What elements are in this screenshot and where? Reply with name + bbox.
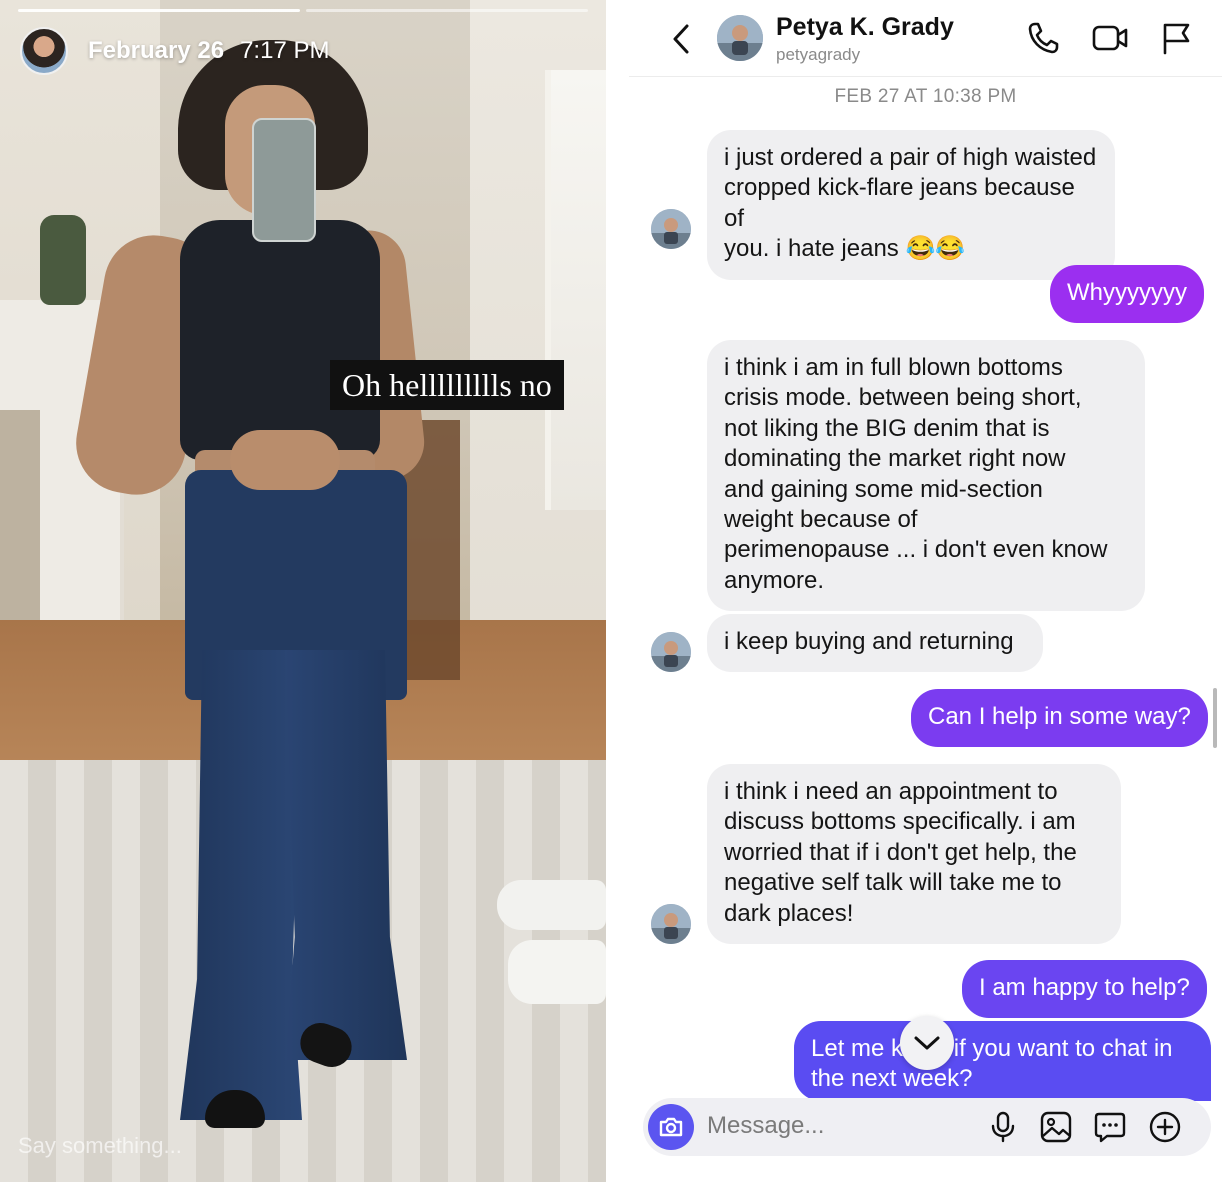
video-camera-icon[interactable] bbox=[1091, 20, 1129, 56]
message-line: not liking the BIG denim that is bbox=[724, 414, 1050, 442]
plus-circle-icon[interactable] bbox=[1148, 1110, 1182, 1144]
contact-name[interactable]: Petya K. Grady bbox=[776, 13, 954, 42]
message-line: and gaining some mid-section bbox=[724, 475, 1043, 503]
message-line: dominating the market right now bbox=[724, 445, 1066, 473]
story-background-sneaker-2 bbox=[508, 940, 606, 1004]
message-line: cropped kick-flare jeans because of bbox=[724, 174, 1075, 232]
message-incoming[interactable]: i keep buying and returning bbox=[707, 614, 1043, 673]
camera-icon bbox=[659, 1117, 683, 1137]
message-outgoing[interactable]: Whyyyyyyy bbox=[1050, 265, 1204, 324]
chevron-down-icon bbox=[914, 1036, 940, 1050]
message-incoming[interactable]: i just ordered a pair of high waisted cr… bbox=[707, 130, 1115, 280]
dm-panel: Petya K. Grady petyagrady FEB 27 AT 10:3… bbox=[629, 0, 1222, 1182]
sender-avatar[interactable] bbox=[651, 209, 691, 249]
panel-divider bbox=[606, 0, 629, 1182]
dm-header: Petya K. Grady petyagrady bbox=[629, 0, 1222, 77]
message-input[interactable]: Message... bbox=[707, 1112, 824, 1140]
contact-avatar[interactable] bbox=[717, 15, 763, 61]
scroll-to-bottom-button[interactable] bbox=[900, 1016, 954, 1070]
story-background-vase bbox=[40, 215, 86, 305]
image-icon[interactable] bbox=[1039, 1110, 1073, 1144]
story-panel[interactable]: February 26 7:17 PM Oh hellllllllls no S… bbox=[0, 0, 606, 1182]
sender-avatar[interactable] bbox=[651, 632, 691, 672]
story-person-phone bbox=[252, 118, 316, 242]
message-composer: Message... bbox=[643, 1098, 1211, 1156]
message-line: i think i need an appointment to bbox=[724, 778, 1058, 805]
message-line: i think i am in full blown bottoms bbox=[724, 354, 1063, 381]
sticker-chat-icon[interactable] bbox=[1093, 1110, 1127, 1144]
camera-button[interactable] bbox=[648, 1104, 694, 1150]
story-reply-input[interactable]: Say something... bbox=[18, 1133, 182, 1159]
message-line: anymore. bbox=[724, 566, 825, 594]
message-line: Can I help in some way? bbox=[928, 703, 1191, 730]
conversation-timestamp: FEB 27 AT 10:38 PM bbox=[834, 86, 1017, 107]
message-line: i keep buying and returning bbox=[724, 628, 1014, 655]
phone-icon[interactable] bbox=[1026, 20, 1060, 56]
message-incoming[interactable]: i think i am in full blown bottoms crisi… bbox=[707, 340, 1145, 612]
sender-avatar[interactable] bbox=[651, 904, 691, 944]
message-line: Let me know if you want to chat in bbox=[811, 1035, 1173, 1062]
story-progress-bar bbox=[18, 9, 588, 12]
flag-icon[interactable] bbox=[1159, 20, 1193, 56]
story-background-window bbox=[545, 70, 606, 510]
story-person-tank-top bbox=[180, 220, 380, 460]
story-person-hand bbox=[230, 430, 340, 490]
message-line: you. i hate jeans 😂😂 bbox=[724, 235, 966, 263]
story-background-sneaker bbox=[497, 880, 606, 930]
message-incoming[interactable]: i think i need an appointment to discuss… bbox=[707, 764, 1121, 945]
message-line: worried that if i don't get help, the bbox=[724, 838, 1077, 866]
story-time: 7:17 PM bbox=[240, 37, 330, 64]
message-line: I am happy to help? bbox=[979, 974, 1190, 1001]
back-chevron-icon[interactable] bbox=[667, 22, 697, 56]
scrollbar[interactable] bbox=[1213, 688, 1217, 748]
message-line: negative self talk will take me to bbox=[724, 869, 1062, 897]
message-outgoing[interactable]: Can I help in some way? bbox=[911, 689, 1208, 748]
story-caption: Oh hellllllllls no bbox=[330, 360, 564, 410]
microphone-icon[interactable] bbox=[986, 1110, 1020, 1144]
message-line: Whyyyyyyy bbox=[1067, 279, 1187, 306]
story-avatar[interactable] bbox=[20, 27, 68, 75]
message-outgoing[interactable]: Let me know if you want to chat in the n… bbox=[794, 1021, 1211, 1101]
message-outgoing[interactable]: I am happy to help? bbox=[962, 960, 1207, 1019]
message-line: perimenopause ... i don't even know bbox=[724, 536, 1108, 564]
story-date: February 26 bbox=[88, 37, 225, 64]
contact-handle: petyagrady bbox=[776, 45, 861, 64]
message-line: discuss bottoms specifically. i am bbox=[724, 808, 1076, 836]
message-line: i just ordered a pair of high waisted bbox=[724, 144, 1097, 171]
message-line: dark places! bbox=[724, 899, 854, 927]
message-line: crisis mode. between being short, bbox=[724, 384, 1082, 412]
message-line: weight because of bbox=[724, 506, 918, 534]
message-line: the next week? bbox=[811, 1065, 973, 1093]
story-header: February 26 7:17 PM bbox=[20, 27, 329, 75]
